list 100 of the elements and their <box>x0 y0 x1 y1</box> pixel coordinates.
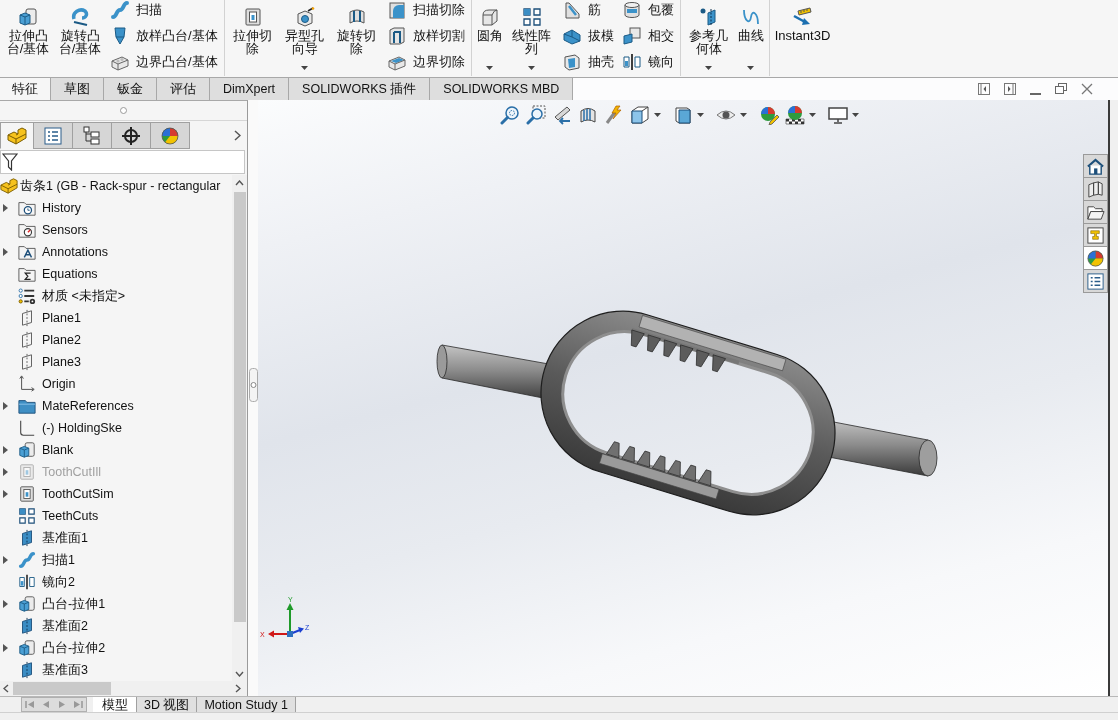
ribbon-button[interactable]: 抽壳 <box>558 49 617 75</box>
panel-tab[interactable] <box>111 122 151 149</box>
next-button[interactable] <box>234 129 241 141</box>
zoom-icon[interactable] <box>500 105 520 125</box>
tree-item[interactable]: TeethCuts <box>0 505 232 527</box>
ribbon-tab[interactable]: 特征 <box>0 78 51 100</box>
box-icon[interactable] <box>673 105 693 125</box>
tree-item[interactable]: 镜向2 <box>0 571 232 593</box>
ribbon-tab[interactable]: SOLIDWORKS MBD <box>429 78 574 100</box>
ribbon-tab[interactable]: 钣金 <box>103 78 157 100</box>
tree-item[interactable]: ToothCutSim <box>0 483 232 505</box>
tree-item[interactable]: Plane1 <box>0 307 232 329</box>
cube-outline-icon[interactable] <box>630 105 650 125</box>
tree-item[interactable]: 材质 <未指定> <box>0 285 232 307</box>
caret-icon[interactable] <box>852 113 859 117</box>
tree-item[interactable]: (-) HoldingSke <box>0 417 232 439</box>
bottom-tab[interactable]: Motion Study 1 <box>196 697 296 712</box>
tree-item[interactable]: 基准面1 <box>0 527 232 549</box>
caret-icon[interactable] <box>809 113 816 117</box>
expand-arrow-icon[interactable] <box>3 644 8 652</box>
tree-item[interactable]: Origin <box>0 373 232 395</box>
ball-checker-icon[interactable] <box>785 105 805 125</box>
tree-item[interactable]: MateReferences <box>0 395 232 417</box>
ribbon-tab[interactable]: DimXpert <box>209 78 290 100</box>
tube-arrow-icon[interactable] <box>552 105 572 125</box>
ribbon-button[interactable]: 旋转切除 <box>331 0 382 76</box>
ribbon-button[interactable]: 边界切除 <box>383 49 468 75</box>
task-pane-tab[interactable] <box>1083 223 1108 247</box>
ribbon-button[interactable]: 镜向 <box>618 49 677 75</box>
ribbon-button[interactable]: 扫描切除 <box>383 0 468 23</box>
expand-arrow-icon[interactable] <box>3 556 8 564</box>
expand-arrow-icon[interactable] <box>3 204 8 212</box>
tree-item[interactable]: 基准面2 <box>0 615 232 637</box>
tile-left-button[interactable] <box>975 81 993 97</box>
ribbon-button[interactable]: 相交 <box>618 23 677 49</box>
ribbon-tab[interactable]: 评估 <box>156 78 210 100</box>
ribbon-button[interactable]: 参考几何体 <box>683 0 734 76</box>
tree-item[interactable]: 扫描1 <box>0 549 232 571</box>
ribbon-button[interactable]: 边界凸台/基体 <box>107 49 221 75</box>
ribbon-button[interactable]: 扫描 <box>107 0 221 23</box>
horizontal-scrollbar[interactable] <box>0 681 247 696</box>
ribbon-button[interactable]: 异型孔向导 <box>279 0 330 76</box>
ribbon-tab[interactable]: SOLIDWORKS 插件 <box>288 78 431 100</box>
framed-square-icon <box>242 7 263 27</box>
chevron-up-icon[interactable] <box>235 180 244 186</box>
tree-item[interactable]: 凸台-拉伸2 <box>0 637 232 659</box>
scroll-thumb[interactable] <box>233 192 246 622</box>
chevron-left-icon[interactable] <box>3 684 9 693</box>
tree-item[interactable]: History <box>0 197 232 219</box>
tree-item[interactable]: 齿条1 (GB - Rack-spur - rectangular <box>0 175 232 197</box>
chevron-right-icon[interactable] <box>235 684 241 693</box>
zoom-box-icon[interactable] <box>526 105 546 125</box>
tree-item[interactable]: 基准面3 <box>0 659 232 681</box>
task-pane-tab[interactable] <box>1083 177 1108 201</box>
tree-item[interactable]: Annotations <box>0 241 232 263</box>
chevron-down-icon[interactable] <box>235 671 244 677</box>
tile-right-button[interactable] <box>1001 81 1019 97</box>
caret-icon[interactable] <box>740 113 747 117</box>
filter-field[interactable] <box>0 150 245 174</box>
scroll-thumb[interactable] <box>13 682 111 695</box>
expand-arrow-icon[interactable] <box>3 248 8 256</box>
tree-item[interactable]: 凸台-拉伸1 <box>0 593 232 615</box>
monitor-icon[interactable] <box>828 105 848 125</box>
collapse-handle-icon[interactable] <box>248 368 258 402</box>
expand-arrow-icon[interactable] <box>3 402 8 410</box>
expand-arrow-icon[interactable] <box>3 490 8 498</box>
tree-item[interactable]: Equations <box>0 263 232 285</box>
task-pane-tab[interactable] <box>1083 200 1108 224</box>
ribbon-button[interactable]: 拉伸凸台/基体 <box>3 0 53 76</box>
bottom-tab[interactable]: 模型 <box>93 697 136 712</box>
ribbon-button[interactable]: 包覆 <box>618 0 677 23</box>
lightning-icon[interactable] <box>604 105 624 125</box>
ribbon-button[interactable]: 线性阵列 <box>506 0 557 76</box>
ribbon-button[interactable]: 旋转凸台/基体 <box>55 0 105 76</box>
ribbon-button[interactable]: 曲线 <box>735 0 766 76</box>
tree-item[interactable]: Plane3 <box>0 351 232 373</box>
ball-pencil-icon[interactable] <box>759 105 779 125</box>
caret-icon[interactable] <box>654 113 661 117</box>
expand-arrow-icon[interactable] <box>3 600 8 608</box>
ribbon-button[interactable]: 拔模 <box>558 23 617 49</box>
ribbon-button[interactable]: 筋 <box>558 0 617 23</box>
ribbon-button[interactable]: 放样切割 <box>383 23 468 49</box>
tree-item[interactable]: Plane2 <box>0 329 232 351</box>
caret-icon[interactable] <box>697 113 704 117</box>
expand-arrow-icon[interactable] <box>3 446 8 454</box>
restore-button[interactable] <box>1052 81 1070 97</box>
task-pane-tab[interactable] <box>1083 269 1108 293</box>
ribbon-tab[interactable]: 草图 <box>50 78 104 100</box>
bottom-tab[interactable]: 3D 视图 <box>136 697 197 712</box>
tree-item[interactable]: Blank <box>0 439 232 461</box>
tree-item[interactable]: Sensors <box>0 219 232 241</box>
grip-dot-icon[interactable] <box>120 107 127 114</box>
ribbon-button[interactable]: 放样凸台/基体 <box>107 23 221 49</box>
striped-cylinder-icon[interactable] <box>578 105 598 125</box>
ribbon-button[interactable]: 圆角 <box>474 0 505 76</box>
task-pane-tab[interactable] <box>1083 154 1108 178</box>
ribbon-button[interactable]: Instant3D <box>772 0 833 76</box>
ribbon-button[interactable]: 拉伸切除 <box>227 0 278 76</box>
vertical-scrollbar[interactable] <box>232 175 247 681</box>
task-pane-tab[interactable] <box>1083 246 1108 270</box>
